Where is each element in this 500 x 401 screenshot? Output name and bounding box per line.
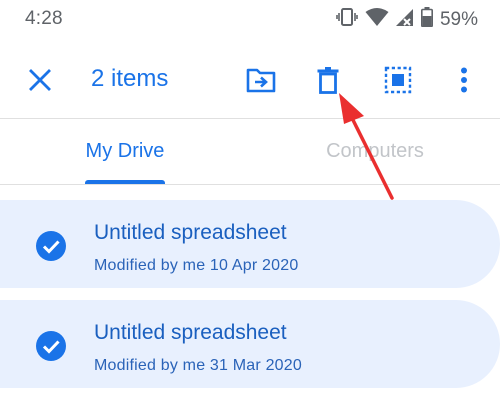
list-item[interactable]: Untitled spreadsheet Modified by me 10 A… xyxy=(0,200,500,288)
checkmark-circle-icon[interactable] xyxy=(36,231,66,261)
checkmark-circle-icon[interactable] xyxy=(36,331,66,361)
battery-percent: 59% xyxy=(439,8,478,30)
move-to-folder-icon[interactable] xyxy=(243,62,279,98)
status-time: 4:28 xyxy=(25,8,63,29)
drive-tabs: My Drive Computers xyxy=(0,118,500,184)
status-bar: 4:28 59% xyxy=(0,0,500,36)
trash-icon[interactable] xyxy=(310,62,346,98)
close-icon[interactable] xyxy=(24,64,56,96)
more-vert-icon[interactable] xyxy=(452,62,476,98)
drive-selection-screen: 4:28 59% 2 items My Drive Computers Unti… xyxy=(0,0,500,401)
list-item[interactable]: Untitled spreadsheet Modified by me 31 M… xyxy=(0,300,500,388)
vibrate-icon xyxy=(336,7,358,32)
file-name: Untitled spreadsheet xyxy=(94,321,287,344)
select-all-icon[interactable] xyxy=(380,62,416,98)
tab-my-drive[interactable]: My Drive xyxy=(45,118,205,184)
tabs-divider xyxy=(0,184,500,185)
file-name: Untitled spreadsheet xyxy=(94,221,287,244)
battery-icon xyxy=(420,7,433,32)
signal-no-data-icon xyxy=(395,7,414,32)
selection-count: 2 items xyxy=(91,65,169,92)
file-modified: Modified by me 10 Apr 2020 xyxy=(94,257,299,274)
selection-toolbar: 2 items xyxy=(0,40,500,118)
status-icons: 59% xyxy=(336,7,478,32)
wifi-icon xyxy=(365,7,389,32)
file-modified: Modified by me 31 Mar 2020 xyxy=(94,357,302,374)
tab-computers[interactable]: Computers xyxy=(295,118,455,184)
